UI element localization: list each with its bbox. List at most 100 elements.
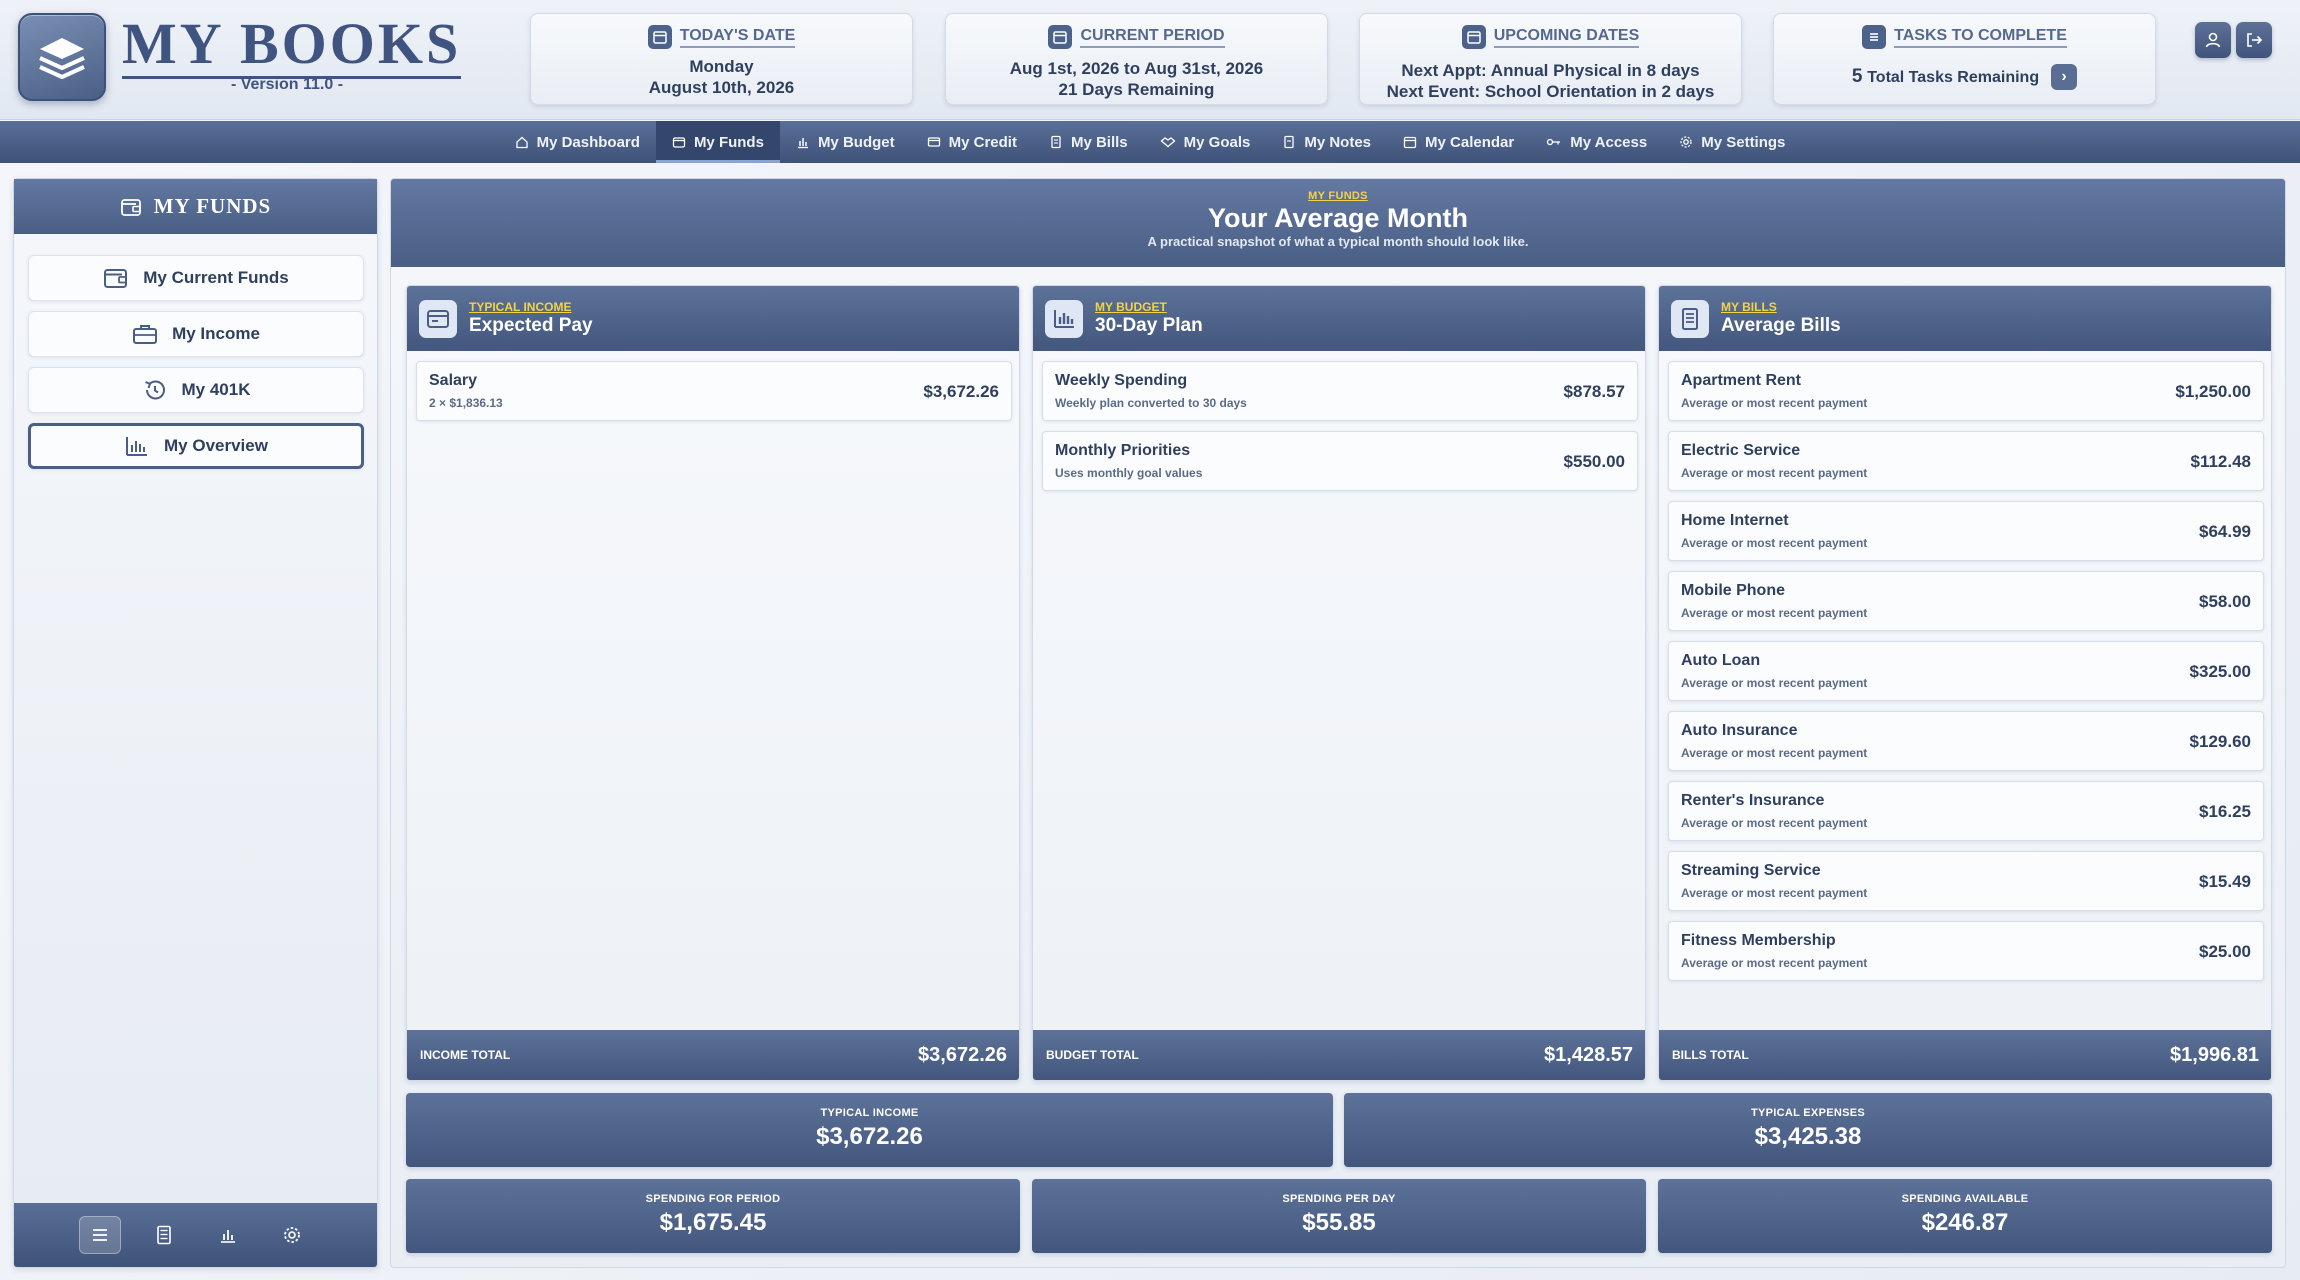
typical-income-summary: TYPICAL INCOME $3,672.26	[406, 1093, 1333, 1167]
nav-my-goals[interactable]: My Goals	[1144, 121, 1267, 163]
bar-chart-icon	[1045, 299, 1083, 338]
bill-row: Home Internet Average or most recent paym…	[1668, 501, 2264, 561]
receipt-icon	[1671, 299, 1709, 338]
note-icon	[1284, 135, 1294, 149]
bill-row: Fitness Membership Average or most recent…	[1668, 921, 2264, 981]
main-nav: My Dashboard My Funds My Budget My Credi…	[0, 121, 2300, 163]
sidebar-title: MY FUNDS	[153, 194, 272, 218]
nav-my-notes[interactable]: My Notes	[1266, 121, 1387, 163]
spending-available-summary: SPENDING AVAILABLE $246.87	[1658, 1179, 2272, 1253]
current-period-card: CURRENT PERIOD Aug 1st, 2026 to Aug 31st…	[945, 13, 1328, 105]
chart-button[interactable]	[207, 1216, 249, 1254]
sidebar-item-401k[interactable]: My 401K	[28, 367, 364, 413]
bill-row: Streaming Service Average or most recent …	[1668, 851, 2264, 911]
budget-total: BUDGET TOTAL $1,428.57	[1033, 1030, 1645, 1080]
calculator-icon	[156, 1225, 171, 1245]
todays-date-card: TODAY'S DATE Monday August 10th, 2026	[530, 13, 913, 105]
upcoming-dates-card[interactable]: UPCOMING DATES Next Appt: Annual Physica…	[1359, 13, 1742, 105]
bill-row: Auto Loan Average or most recent payment $…	[1668, 641, 2264, 701]
spending-day-summary: SPENDING PER DAY $55.85	[1032, 1179, 1646, 1253]
sidebar-item-income[interactable]: My Income	[28, 311, 364, 357]
bill-row: Electric Service Average or most recent p…	[1668, 431, 2264, 491]
sidebar-item-label: My Income	[172, 324, 260, 343]
sidebar-header: MY FUNDS	[14, 179, 377, 234]
wallet-icon	[419, 299, 457, 338]
days-remaining: 21 Days Remaining	[1058, 80, 1215, 99]
books-logo-icon	[18, 13, 106, 101]
sidebar-item-overview[interactable]: My Overview	[28, 423, 364, 469]
budget-row: Weekly Spending Weekly plan converted to…	[1042, 361, 1638, 421]
sidebar-item-current-funds[interactable]: My Current Funds	[28, 255, 364, 301]
menu-button[interactable]	[78, 1216, 121, 1254]
app-header: MY BOOKS - Version 11.0 - TODAY'S DATE M…	[0, 0, 2300, 120]
nav-my-credit[interactable]: My Credit	[911, 121, 1033, 163]
nav-my-budget[interactable]: My Budget	[780, 121, 911, 163]
calendar-icon	[1461, 25, 1486, 49]
bill-row: Apartment Rent Average or most recent pay…	[1668, 361, 2264, 421]
wallet-icon	[120, 198, 141, 216]
sidebar-item-label: My Current Funds	[143, 268, 289, 287]
page-subtitle: A practical snapshot of what a typical m…	[1147, 234, 1529, 249]
history-icon	[144, 380, 165, 400]
nav-my-access[interactable]: My Access	[1530, 121, 1663, 163]
calculator-button[interactable]	[143, 1216, 185, 1254]
tasks-card: TASKS TO COMPLETE 5 Total Tasks Remainin…	[1773, 13, 2156, 105]
bill-row: Auto Insurance Average or most recent pay…	[1668, 711, 2264, 771]
nav-my-bills[interactable]: My Bills	[1033, 121, 1144, 163]
panel-title: 30-Day Plan	[1095, 314, 1203, 336]
main-panel: MY FUNDS Your Average Month A practical …	[390, 178, 2286, 1268]
budget-row: Monthly Priorities Uses monthly goal val…	[1042, 431, 1638, 491]
page-title: Your Average Month	[1207, 203, 1469, 233]
card-icon	[927, 137, 940, 147]
settings-button[interactable]	[271, 1216, 313, 1254]
profile-button[interactable]	[2195, 22, 2231, 58]
app-version: - Version 11.0 -	[230, 76, 344, 93]
calendar-icon	[1403, 136, 1417, 149]
full-date: August 10th, 2026	[648, 78, 795, 97]
next-event: Next Event: School Orientation in 2 days	[1386, 82, 1715, 101]
tasks-go-button[interactable]: ›	[2051, 64, 2078, 90]
sidebar-footer	[14, 1203, 377, 1267]
card-title: CURRENT PERIOD	[1080, 27, 1225, 48]
menu-icon	[92, 1229, 107, 1241]
chart-icon	[797, 138, 808, 149]
income-row: Salary 2 × $1,836.13 $3,672.26	[416, 361, 1012, 421]
sidebar-item-label: My 401K	[181, 380, 251, 399]
income-total: INCOME TOTAL $3,672.26	[407, 1030, 1019, 1080]
nav-my-funds[interactable]: My Funds	[655, 121, 780, 163]
bill-row: Renter's Insurance Average or most recent…	[1668, 781, 2264, 841]
period-range: Aug 1st, 2026 to Aug 31st, 2026	[1009, 59, 1264, 78]
sidebar-item-label: My Overview	[164, 436, 268, 455]
receipt-icon	[1051, 135, 1061, 149]
bill-row: Mobile Phone Average or most recent payme…	[1668, 571, 2264, 631]
logout-button[interactable]	[2236, 22, 2272, 58]
calendar-icon	[647, 25, 672, 49]
nav-my-calendar[interactable]: My Calendar	[1387, 121, 1530, 163]
nav-my-settings[interactable]: My Settings	[1663, 121, 1801, 163]
panel-eyebrow: MY BILLS	[1721, 299, 1777, 314]
card-title: TODAY'S DATE	[679, 27, 796, 48]
tasks-count: 5 Total Tasks Remaining	[1851, 66, 2040, 87]
user-icon	[2205, 32, 2221, 48]
nav-my-dashboard[interactable]: My Dashboard	[499, 121, 656, 163]
wallet-icon	[672, 137, 686, 148]
bar-chart-icon	[126, 437, 148, 456]
sidebar: MY FUNDS My Current Funds My Income My 4…	[13, 178, 378, 1268]
income-panel: TYPICAL INCOME Expected Pay Salary 2 × $…	[406, 285, 1020, 1081]
main-eyebrow: MY FUNDS	[1308, 190, 1368, 202]
panel-title: Expected Pay	[469, 314, 593, 336]
weekday: Monday	[689, 57, 754, 76]
gear-icon	[1680, 136, 1692, 148]
bills-total: BILLS TOTAL $1,996.81	[1659, 1030, 2271, 1080]
card-title: TASKS TO COMPLETE	[1894, 27, 2067, 48]
handshake-icon	[1160, 137, 1176, 148]
typical-expenses-summary: TYPICAL EXPENSES $3,425.38	[1344, 1093, 2272, 1167]
home-icon	[515, 136, 528, 149]
main-header: MY FUNDS Your Average Month A practical …	[391, 179, 2285, 267]
gear-icon	[283, 1227, 300, 1243]
list-icon	[1862, 25, 1887, 49]
key-icon	[1547, 138, 1561, 146]
card-title: UPCOMING DATES	[1493, 27, 1640, 48]
bills-panel: MY BILLS Average Bills Apartment Rent Ave…	[1658, 285, 2272, 1081]
briefcase-icon	[133, 325, 158, 344]
